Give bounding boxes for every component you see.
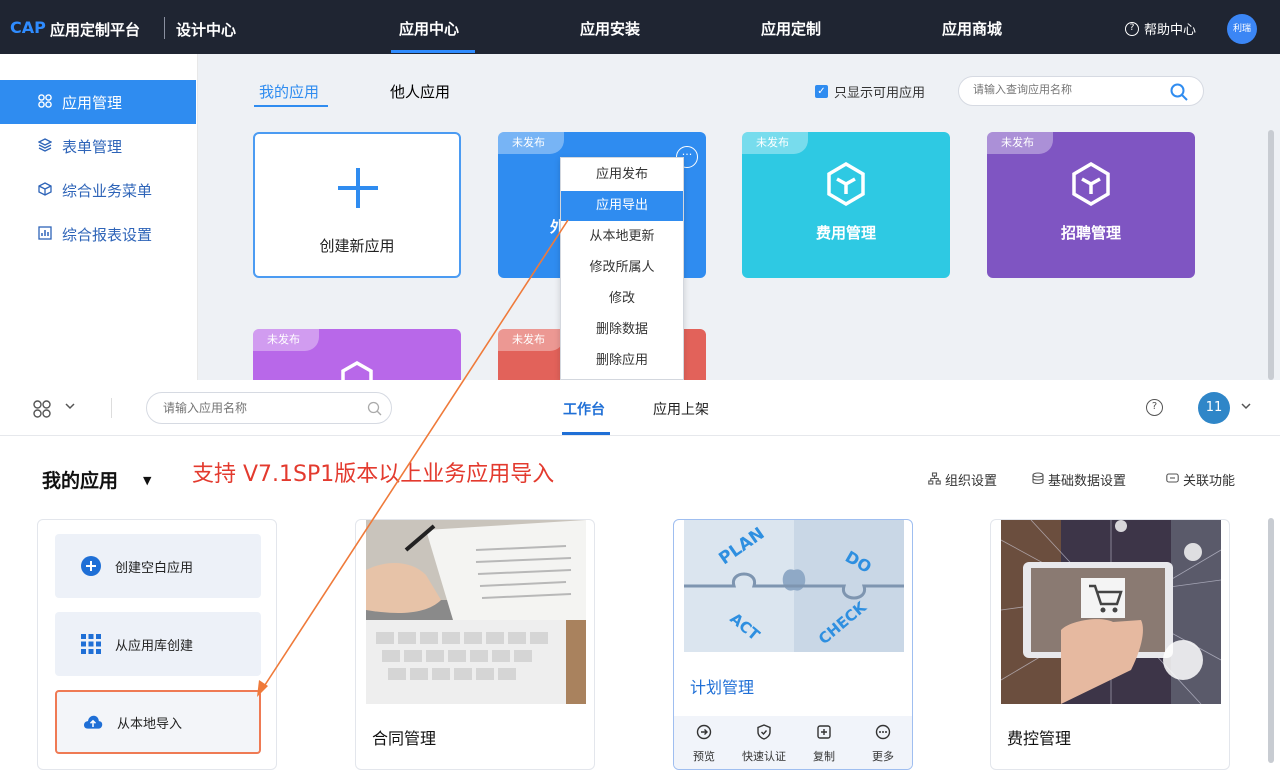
annotation-arrow: [257, 219, 569, 697]
